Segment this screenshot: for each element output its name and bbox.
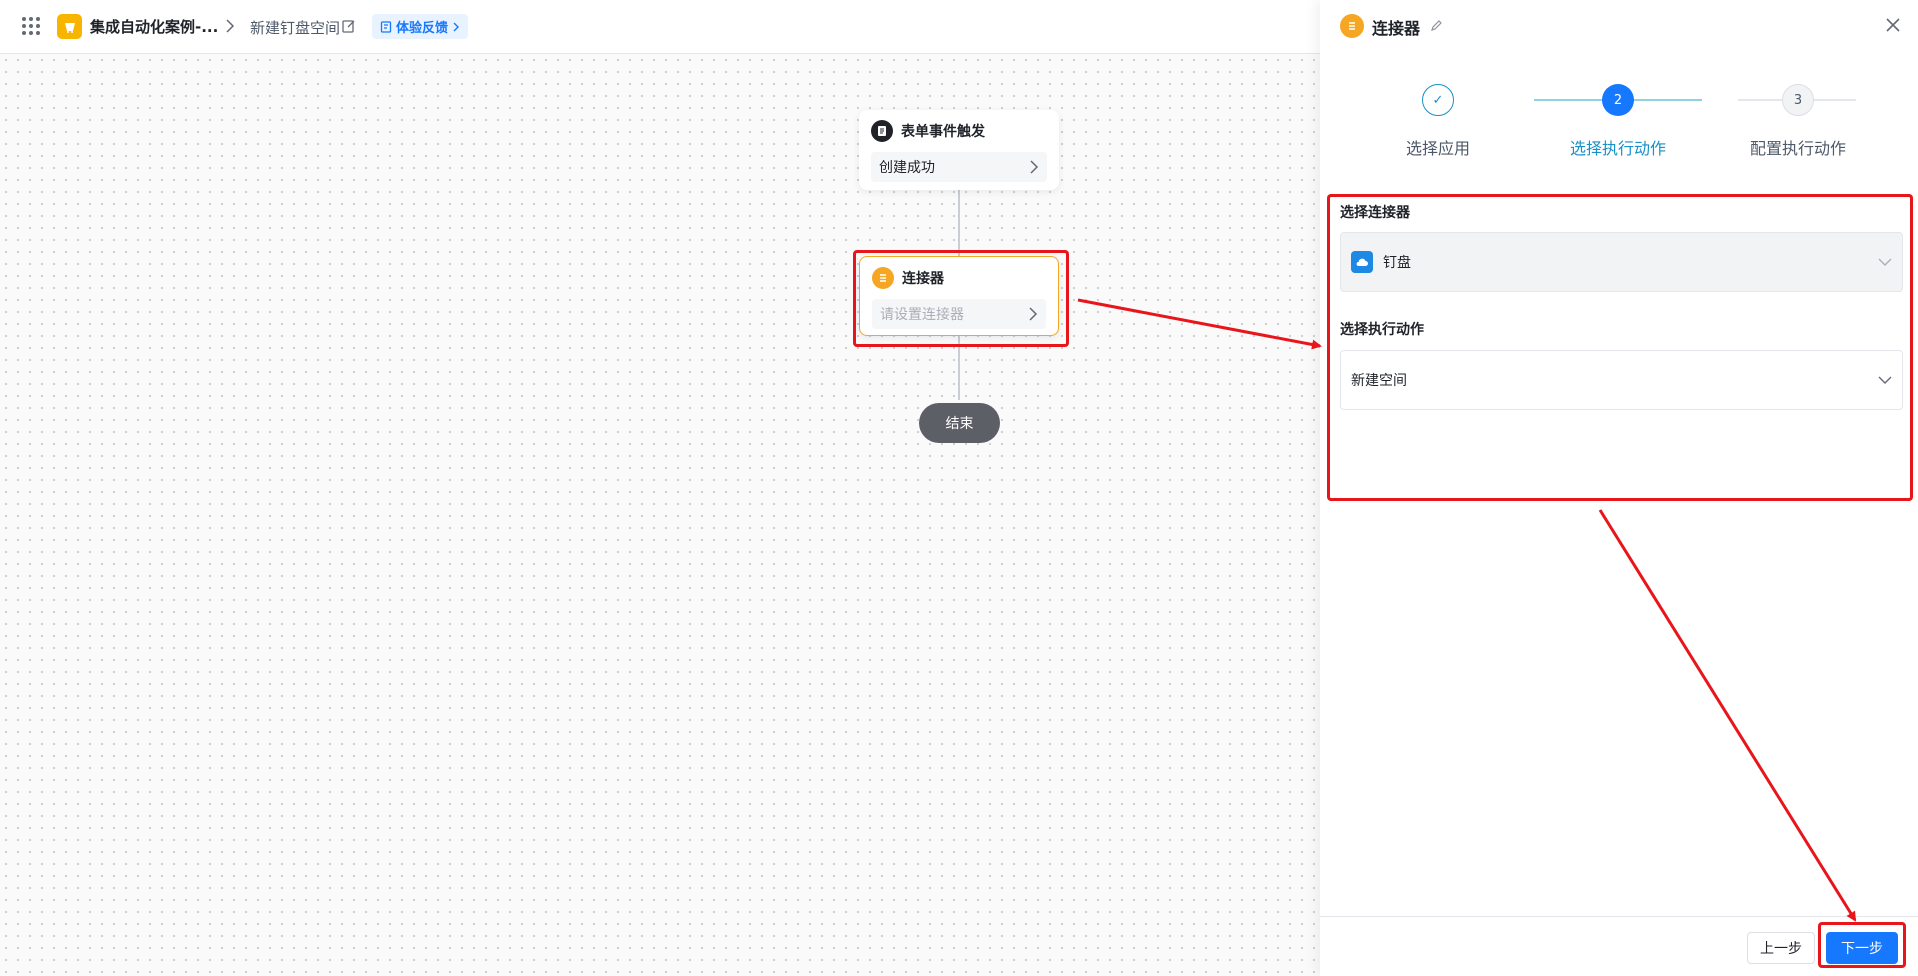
apps-grid-icon[interactable] bbox=[22, 17, 40, 35]
edit-icon[interactable] bbox=[341, 18, 357, 38]
step-3-label[interactable]: 配置执行动作 bbox=[1750, 135, 1846, 159]
connector-config-panel: 连接器 ✓ 2 3 选择应用 选择执行动作 配置执行动作 选择连接器 钉盘 选择… bbox=[1320, 0, 1918, 976]
step-1-circle: ✓ bbox=[1422, 84, 1454, 116]
trigger-node-value: 创建成功 bbox=[879, 160, 935, 176]
chevron-right-icon bbox=[1030, 160, 1039, 174]
top-bar: 集成自动化案例-... 新建钉盘空间 体验反馈 bbox=[0, 0, 1320, 54]
chevron-right-icon bbox=[225, 18, 235, 37]
highlight-box bbox=[1327, 194, 1913, 501]
panel-title: 连接器 bbox=[1372, 19, 1421, 38]
step-1-label[interactable]: 选择应用 bbox=[1406, 135, 1470, 159]
edit-icon[interactable] bbox=[1429, 18, 1443, 37]
flow-edge bbox=[958, 190, 960, 256]
highlight-box bbox=[1818, 922, 1906, 968]
highlight-box bbox=[853, 250, 1069, 347]
feedback-label: 体验反馈 bbox=[396, 21, 449, 36]
step-2-label[interactable]: 选择执行动作 bbox=[1570, 135, 1666, 159]
step-2-circle: 2 bbox=[1602, 84, 1634, 116]
app-name[interactable]: 集成自动化案例-... bbox=[90, 16, 218, 37]
trigger-node-setting[interactable]: 创建成功 bbox=[871, 152, 1047, 182]
end-node-label: 结束 bbox=[945, 416, 974, 432]
connector-icon bbox=[1340, 14, 1364, 38]
end-node[interactable]: 结束 bbox=[919, 403, 1000, 443]
page-title: 新建钉盘空间 bbox=[250, 19, 341, 37]
trigger-node-title: 表单事件触发 bbox=[901, 124, 985, 140]
step-3-circle: 3 bbox=[1782, 84, 1814, 116]
check-icon: ✓ bbox=[1432, 92, 1444, 108]
trigger-node[interactable]: 表单事件触发 创建成功 bbox=[859, 110, 1059, 190]
flow-canvas[interactable] bbox=[0, 54, 1320, 976]
chevron-right-icon bbox=[453, 22, 460, 31]
app-logo bbox=[57, 14, 82, 39]
prev-step-button[interactable]: 上一步 bbox=[1747, 932, 1815, 964]
feedback-icon bbox=[380, 20, 392, 33]
close-icon[interactable] bbox=[1884, 16, 1902, 38]
stepper: ✓ 2 3 选择应用 选择执行动作 配置执行动作 bbox=[1320, 84, 1918, 164]
feedback-button[interactable]: 体验反馈 bbox=[372, 14, 469, 39]
form-icon bbox=[871, 120, 893, 142]
